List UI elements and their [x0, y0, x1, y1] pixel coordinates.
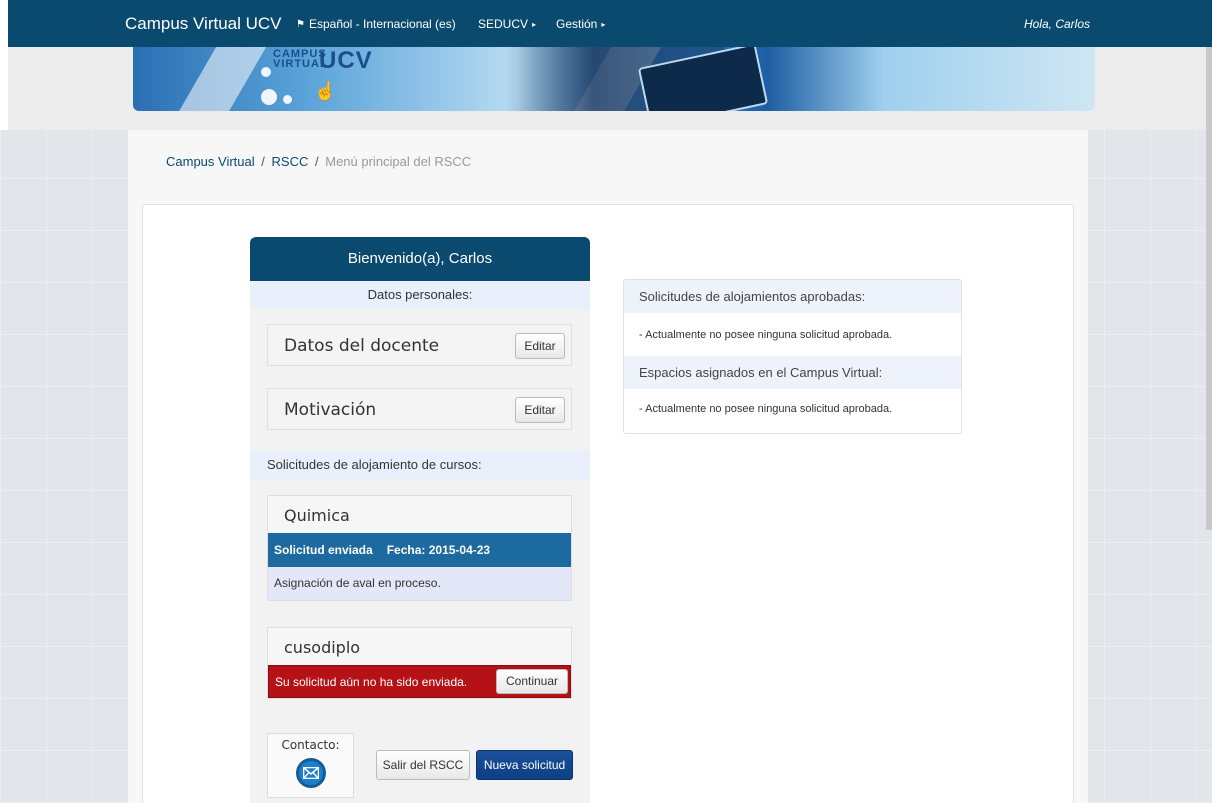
course-date: Fecha: 2015-04-23	[386, 543, 491, 557]
assigned-spaces-body: - Actualmente no posee ninguna solicitud…	[639, 403, 893, 415]
assigned-spaces-header: Espacios asignados en el Campus Virtual:	[624, 356, 961, 389]
course-status-not-sent: Su solicitud aún no ha sido enviada. Con…	[268, 665, 571, 698]
motivation-title: Motivación	[284, 400, 377, 420]
course-item: Quimica Solicitud enviada Fecha: 2015-04-…	[267, 495, 572, 601]
menu-seducv[interactable]: SEDUCV ▸	[478, 17, 536, 31]
edit-teacher-data-button[interactable]: Editar	[515, 333, 565, 359]
banner-dot	[261, 67, 271, 77]
personal-data-label: Datos personales:	[250, 281, 590, 309]
contact-label: Contacto:	[281, 738, 340, 752]
course-status-text: Su solicitud aún no ha sido enviada.	[275, 675, 468, 689]
course-item: cusodiplo Su solicitud aún no ha sido en…	[267, 627, 572, 699]
language-menu[interactable]: ⚑ Español - Internacional (es)	[296, 17, 456, 31]
teacher-data-title: Datos del docente	[284, 336, 440, 356]
breadcrumb: Campus Virtual / RSCC / Menú principal d…	[166, 154, 471, 169]
banner-dot	[261, 89, 277, 105]
top-navbar: Campus Virtual UCV ⚑ Español - Internaci…	[8, 0, 1212, 47]
motivation-row: Motivación Editar	[267, 388, 572, 430]
edit-motivation-button[interactable]: Editar	[515, 397, 565, 423]
teacher-data-row: Datos del docente Editar	[267, 324, 572, 366]
menu-seducv-label: SEDUCV	[478, 17, 529, 31]
course-status-text: Solicitud enviada	[274, 543, 373, 557]
breadcrumb-separator: /	[314, 154, 319, 169]
course-status-sent: Solicitud enviada Fecha: 2015-04-23	[268, 533, 571, 567]
page-scrollbar[interactable]	[1206, 47, 1212, 530]
breadcrumb-separator: /	[261, 154, 265, 169]
caret-right-icon: ▸	[601, 19, 606, 29]
course-name: cusodiplo	[284, 638, 361, 657]
continue-button[interactable]: Continuar	[496, 669, 568, 694]
pointer-hand-icon: ☝	[314, 81, 337, 101]
approved-requests-body: - Actualmente no posee ninguna solicitud…	[639, 329, 893, 341]
brand-link[interactable]: Campus Virtual UCV	[125, 14, 282, 34]
breadcrumb-campus-virtual[interactable]: Campus Virtual	[166, 154, 255, 169]
menu-gestion[interactable]: Gestión ▸	[556, 17, 605, 31]
welcome-card: Bienvenido(a), Carlos Datos personales: …	[250, 237, 590, 803]
contact-box[interactable]: Contacto:	[267, 733, 354, 798]
new-request-button[interactable]: Nueva solicitud	[476, 750, 573, 780]
exit-rscc-button[interactable]: Salir del RSCC	[376, 750, 470, 780]
flag-icon: ⚑	[296, 18, 305, 30]
banner-area: CAMPUS VIRTUAL UCV ☝	[8, 47, 1212, 130]
banner-logo-ucv: UCV	[319, 47, 373, 74]
menu-gestion-label: Gestión	[556, 17, 598, 31]
card-header: Bienvenido(a), Carlos	[250, 237, 590, 281]
course-requests-label: Solicitudes de alojamiento de cursos:	[250, 451, 590, 479]
campus-banner: CAMPUS VIRTUAL UCV ☝	[133, 47, 1095, 111]
breadcrumb-rscc[interactable]: RSCC	[272, 154, 309, 169]
course-status-note: Asignación de aval en proceso.	[268, 567, 571, 600]
banner-decoration	[158, 47, 278, 111]
banner-dot	[283, 95, 292, 104]
mail-icon[interactable]	[295, 758, 326, 788]
course-name: Quimica	[284, 506, 350, 525]
approved-requests-panel: Solicitudes de alojamientos aprobadas: -…	[623, 279, 962, 434]
user-greeting[interactable]: Hola, Carlos	[1024, 17, 1090, 31]
caret-right-icon: ▸	[532, 19, 537, 29]
breadcrumb-current: Menú principal del RSCC	[325, 154, 472, 169]
approved-requests-header: Solicitudes de alojamientos aprobadas:	[624, 280, 961, 313]
language-label: Español - Internacional (es)	[308, 17, 456, 31]
